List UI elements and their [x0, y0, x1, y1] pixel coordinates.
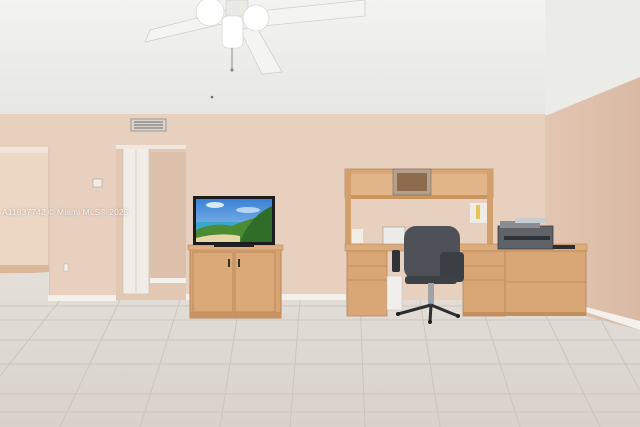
thermostat — [92, 178, 103, 188]
tissue-box — [352, 229, 363, 243]
printer — [497, 218, 554, 250]
tv-cabinet — [187, 244, 284, 319]
ceiling-hook — [210, 95, 214, 99]
listing-photo: A11837742 © Miami MLS® 2025 — [0, 0, 640, 427]
television — [193, 196, 275, 247]
cable-box — [553, 245, 575, 249]
waste-bin — [386, 275, 403, 311]
wall-outlet — [63, 263, 69, 272]
mls-watermark: A11837742 © Miami MLS® 2025 — [2, 207, 129, 217]
computer-desk — [344, 243, 588, 317]
desk-phone — [382, 226, 406, 245]
baseboard — [48, 295, 116, 301]
